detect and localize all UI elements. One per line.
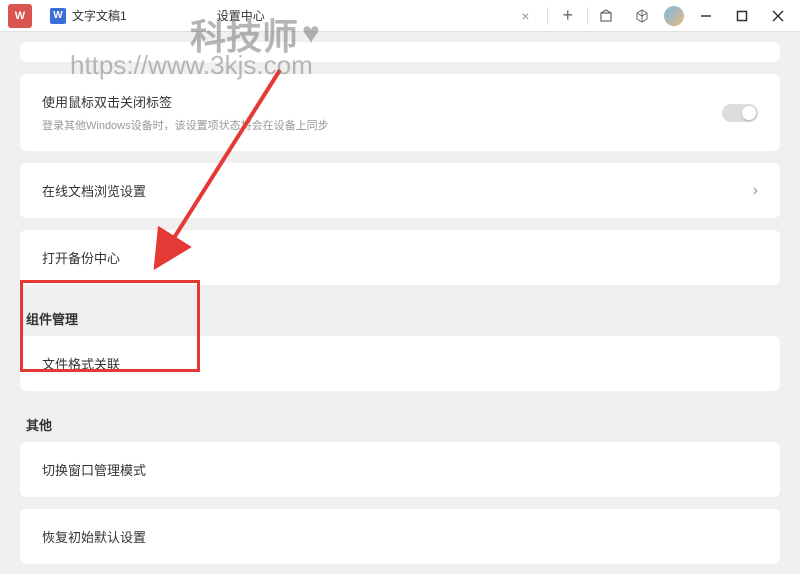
card-top-partial <box>20 42 780 62</box>
tab-doc-label: 文字文稿1 <box>72 7 127 24</box>
divider <box>587 7 588 25</box>
toggle-switch[interactable] <box>722 104 758 122</box>
setting-title: 使用鼠标双击关闭标签 <box>42 92 758 111</box>
setting-window-mode[interactable]: 切换窗口管理模式 <box>20 442 780 497</box>
section-header-other: 其他 <box>20 403 780 442</box>
setting-title: 在线文档浏览设置 <box>42 181 758 200</box>
setting-doubleclick-close[interactable]: 使用鼠标双击关闭标签 登录其他Windows设备时，该设置项状态将会在设备上同步 <box>20 74 780 151</box>
settings-content: 使用鼠标双击关闭标签 登录其他Windows设备时，该设置项状态将会在设备上同步… <box>0 32 800 574</box>
minimize-button[interactable] <box>692 2 720 30</box>
setting-title: 恢复初始默认设置 <box>42 527 758 546</box>
app-logo: W <box>8 4 32 28</box>
tab-document[interactable]: W 文字文稿1 <box>40 0 137 31</box>
setting-title: 打开备份中心 <box>42 248 758 267</box>
setting-title: 文件格式关联 <box>42 354 758 373</box>
divider <box>547 7 548 25</box>
add-tab-button[interactable]: + <box>552 5 583 26</box>
tab-bar: W W 文字文稿1 设置中心 × + <box>0 0 800 32</box>
app-icon[interactable] <box>592 2 620 30</box>
setting-online-doc[interactable]: 在线文档浏览设置 › <box>20 163 780 218</box>
close-button[interactable] <box>764 2 792 30</box>
section-header-component: 组件管理 <box>20 297 780 336</box>
setting-restore-defaults[interactable]: 恢复初始默认设置 <box>20 509 780 564</box>
setting-file-association[interactable]: 文件格式关联 <box>20 336 780 391</box>
setting-title: 切换窗口管理模式 <box>42 460 758 479</box>
word-doc-icon: W <box>50 8 66 24</box>
window-controls <box>592 2 800 30</box>
chevron-right-icon: › <box>753 182 758 200</box>
tab-settings-label: 设置中心 <box>217 7 265 24</box>
close-icon[interactable]: × <box>517 8 533 24</box>
setting-backup-center[interactable]: 打开备份中心 <box>20 230 780 285</box>
maximize-button[interactable] <box>728 2 756 30</box>
avatar[interactable] <box>664 6 684 26</box>
setting-subtitle: 登录其他Windows设备时，该设置项状态将会在设备上同步 <box>42 117 758 133</box>
cube-icon[interactable] <box>628 2 656 30</box>
tab-settings[interactable]: 设置中心 × <box>137 0 544 31</box>
